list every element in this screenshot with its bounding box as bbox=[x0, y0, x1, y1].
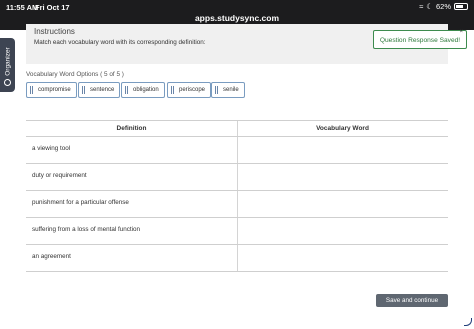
toast-message: Question Response Saved! bbox=[379, 37, 461, 44]
table-border bbox=[26, 271, 448, 272]
word-chip-sentence[interactable]: sentence bbox=[78, 82, 121, 98]
table-row: an agreement bbox=[26, 244, 448, 271]
word-chip-senile[interactable]: senile bbox=[211, 82, 245, 98]
word-chip-periscope[interactable]: periscope bbox=[167, 82, 212, 98]
vocab-drop-zone[interactable] bbox=[238, 164, 448, 190]
scroll-indicator-icon bbox=[464, 318, 472, 326]
table-row: punishment for a particular offense bbox=[26, 190, 448, 217]
definition-cell: a viewing tool bbox=[32, 145, 71, 152]
matching-table: Definition Vocabulary Word a viewing too… bbox=[26, 120, 448, 272]
word-chip-label: sentence bbox=[90, 87, 115, 93]
vocab-header: Vocabulary Word bbox=[316, 125, 369, 132]
table-row: suffering from a loss of mental function bbox=[26, 217, 448, 244]
moon-icon: ☾ bbox=[426, 2, 433, 11]
definition-cell: suffering from a loss of mental function bbox=[32, 226, 141, 233]
definition-cell: punishment for a particular offense bbox=[32, 199, 129, 206]
vocab-drop-zone[interactable] bbox=[238, 245, 448, 271]
organizer-tab[interactable]: Organizer bbox=[0, 38, 15, 92]
address-bar[interactable]: apps.studysync.com bbox=[0, 13, 474, 23]
drag-handle-icon bbox=[125, 86, 128, 94]
instructions-text: Match each vocabulary word with its corr… bbox=[34, 39, 206, 46]
word-chip-compromise[interactable]: compromise bbox=[26, 82, 77, 98]
save-and-continue-button[interactable]: Save and continue bbox=[376, 294, 448, 307]
battery-percent: 62% bbox=[435, 2, 451, 11]
table-row: duty or requirement bbox=[26, 163, 448, 190]
word-chip-label: senile bbox=[223, 87, 239, 93]
definition-cell: duty or requirement bbox=[32, 172, 87, 179]
drag-handle-icon bbox=[82, 86, 85, 94]
definition-header: Definition bbox=[116, 125, 147, 132]
word-chip-label: compromise bbox=[38, 87, 71, 93]
vocab-drop-zone[interactable] bbox=[238, 191, 448, 217]
definition-cell: an agreement bbox=[32, 253, 71, 260]
wifi-icon: ≈ bbox=[419, 2, 424, 11]
drag-handle-icon bbox=[171, 86, 174, 94]
vocab-drop-zone[interactable] bbox=[238, 218, 448, 244]
close-icon[interactable]: × bbox=[459, 28, 463, 36]
word-chip-label: periscope bbox=[179, 87, 206, 93]
drag-handle-icon bbox=[30, 86, 33, 94]
vocab-options-heading: Vocabulary Word Options ( 5 of 5 ) bbox=[26, 71, 124, 78]
status-time: 11:55 AM bbox=[6, 3, 39, 12]
circle-check-icon bbox=[4, 79, 11, 86]
status-icons: ≈ ☾ 62% bbox=[419, 2, 468, 11]
table-row: a viewing tool bbox=[26, 136, 448, 163]
saved-toast: Question Response Saved! × bbox=[373, 28, 467, 49]
drag-handle-icon bbox=[215, 86, 218, 94]
word-chip-label: obligation bbox=[133, 87, 159, 93]
battery-icon bbox=[454, 3, 468, 10]
status-date: Fri Oct 17 bbox=[35, 3, 70, 12]
word-chip-obligation[interactable]: obligation bbox=[121, 82, 165, 98]
instructions-title: Instructions bbox=[34, 27, 75, 36]
vocab-drop-zone[interactable] bbox=[238, 137, 448, 163]
